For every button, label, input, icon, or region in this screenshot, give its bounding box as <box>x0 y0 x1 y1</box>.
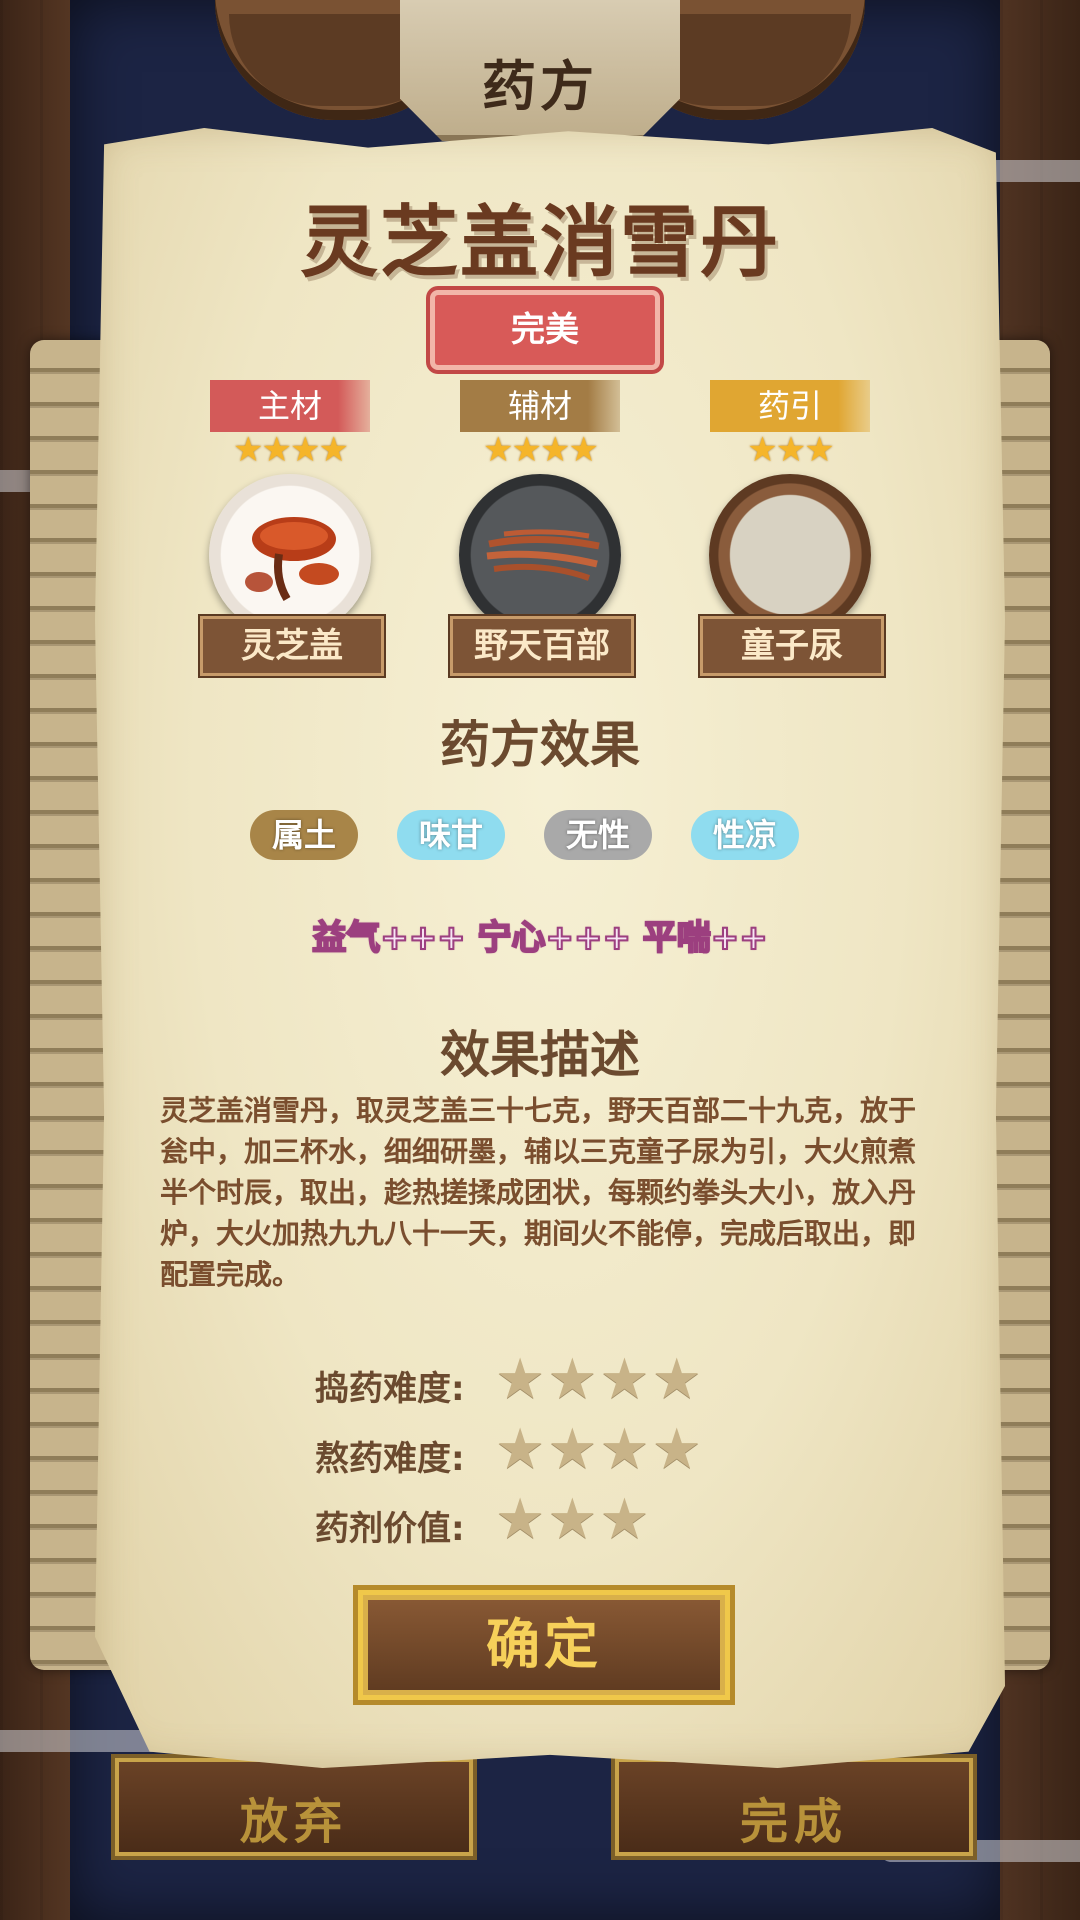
recipe-name: 灵芝盖消雪丹 <box>299 198 780 288</box>
star-rating-icon: ★★★★ <box>495 1347 704 1412</box>
liquid-bowl-icon <box>709 474 871 636</box>
effect-tag: 味甘 <box>397 810 505 860</box>
rating-label: 药剂价值: <box>315 1509 465 1549</box>
effect-tag: 性凉 <box>691 810 799 860</box>
ingredient-name: 灵芝盖 <box>198 614 386 678</box>
rating-label: 熬药难度: <box>315 1439 465 1479</box>
star-rating-icon: ★★★ <box>495 1487 652 1552</box>
star-rating-icon: ★★★★ <box>495 1417 704 1482</box>
ingredient-name: 童子尿 <box>698 614 886 678</box>
ingredient-guide[interactable]: 药引 ★★★ 童子尿 <box>698 380 886 678</box>
root-herb-icon <box>459 474 621 636</box>
effect-tag: 属土 <box>250 810 358 860</box>
abandon-button[interactable]: 放弃 <box>115 1758 473 1856</box>
star-rating-icon: ★★★ <box>747 430 834 470</box>
effects-heading: 药方效果 <box>440 716 640 774</box>
description-text: 灵芝盖消雪丹，取灵芝盖三十七克，野天百部二十九克，放于瓮中，加三杯水，细细研墨，… <box>160 1094 917 1291</box>
star-rating-icon: ★★★★ <box>483 430 599 470</box>
page-title: 药方 <box>482 55 598 118</box>
effect-tag: 无性 <box>544 810 652 860</box>
ingredient-role-label: 药引 <box>710 380 870 432</box>
ingredient-auxiliary[interactable]: 辅材 ★★★★ 野天百部 <box>448 380 636 678</box>
confirm-button[interactable]: 确定 <box>358 1590 730 1700</box>
ingredient-role-label: 主材 <box>210 380 370 432</box>
ingredient-role-label: 辅材 <box>460 380 620 432</box>
quality-badge: 完美 <box>430 290 660 370</box>
star-rating-icon: ★★★★ <box>233 430 349 470</box>
ingredient-main[interactable]: 主材 ★★★★ 灵芝盖 <box>198 380 386 678</box>
complete-button[interactable]: 完成 <box>615 1758 973 1856</box>
description-heading: 效果描述 <box>440 1026 640 1084</box>
rating-label: 捣药难度: <box>315 1369 465 1409</box>
lingzhi-mushroom-icon <box>209 474 371 636</box>
effects-summary: 益气+++ 宁心+++ 平喘++ <box>311 917 769 959</box>
ingredient-name: 野天百部 <box>448 614 636 678</box>
